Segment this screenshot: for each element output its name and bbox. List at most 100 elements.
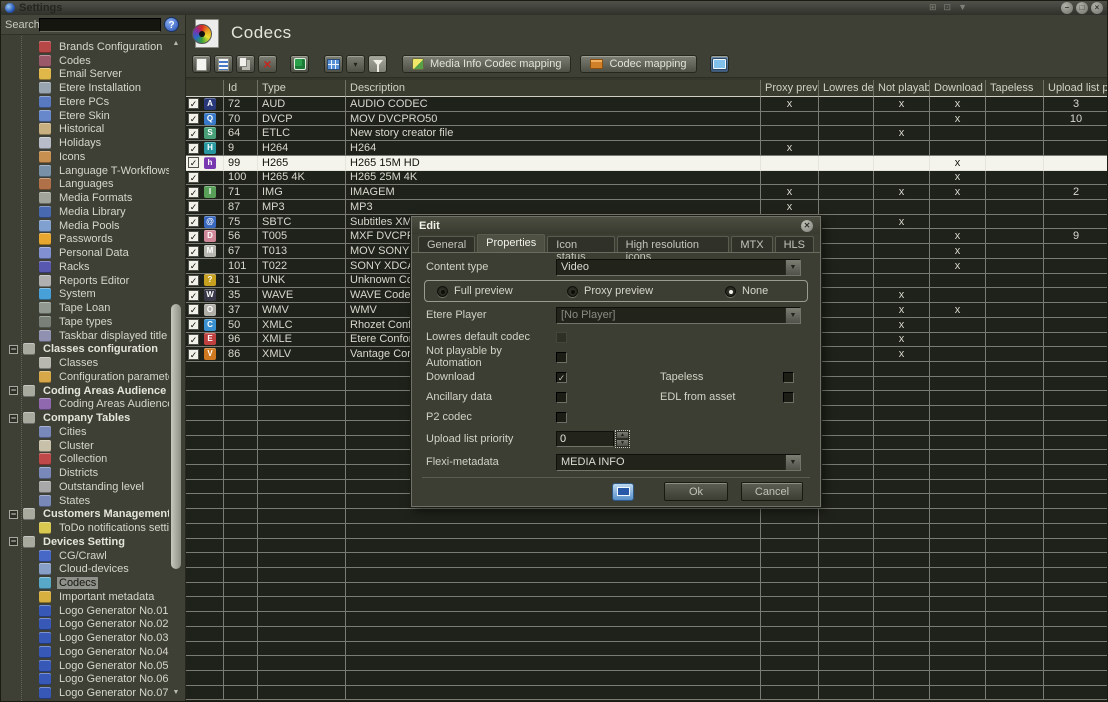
column-header-lowres[interactable]: Lowres def... [819, 80, 874, 97]
sidebar-item-email[interactable]: Email Server [1, 68, 169, 82]
row-checkbox[interactable]: ✓ [188, 349, 199, 360]
not-playable-checkbox[interactable] [556, 352, 567, 363]
collapse-icon[interactable]: − [9, 386, 18, 395]
tapeless-checkbox[interactable] [783, 372, 794, 383]
sidebar-item-holidays[interactable]: Holidays [1, 136, 169, 150]
download-checkbox[interactable] [556, 372, 567, 383]
collapse-icon[interactable]: − [9, 537, 18, 546]
panel-view-icon[interactable]: ⊡ [944, 2, 952, 13]
content-type-select[interactable]: Video ▼ [556, 259, 801, 276]
media-info-mapping-button[interactable]: Media Info Codec mapping [402, 55, 571, 73]
row-checkbox[interactable]: ✓ [188, 290, 199, 301]
cancel-button[interactable]: Cancel [741, 482, 803, 501]
codec-mapping-button[interactable]: Codec mapping [580, 55, 696, 73]
columns-button[interactable] [324, 55, 343, 73]
row-checkbox[interactable]: ✓ [188, 216, 199, 227]
row-checkbox[interactable]: ✓ [188, 113, 199, 124]
maximize-button[interactable]: □ [1076, 2, 1088, 14]
column-header-tapeless[interactable]: Tapeless [986, 80, 1044, 97]
search-input[interactable] [39, 18, 161, 32]
sidebar-item-outstanding[interactable]: Outstanding level [1, 480, 169, 494]
table-row[interactable]: ✓A72AUDAUDIO CODECxxx3 [186, 97, 1107, 112]
sidebar-item-media-pools[interactable]: Media Pools [1, 219, 169, 233]
sidebar-item-tape-loan[interactable]: Tape Loan [1, 301, 169, 315]
tab-icon-status[interactable]: Icon status [547, 236, 614, 252]
sidebar-item-brands[interactable]: Brands Configuration [1, 40, 169, 54]
row-checkbox[interactable]: ✓ [188, 231, 199, 242]
flexi-metadata-select[interactable]: MEDIA INFO ▼ [556, 454, 801, 471]
row-checkbox[interactable]: ✓ [188, 157, 199, 168]
none-radio[interactable]: None [725, 285, 768, 297]
row-checkbox[interactable]: ✓ [188, 246, 199, 257]
sidebar-item-folder[interactable]: −Coding Areas Audience S [1, 384, 169, 398]
sidebar-item-personal-data[interactable]: Personal Data [1, 246, 169, 260]
scroll-down-icon[interactable]: ▼ [170, 687, 182, 699]
sidebar-item-media-library[interactable]: Media Library [1, 205, 169, 219]
column-header-type[interactable]: Type [258, 80, 346, 97]
table-row[interactable]: ✓100H265 4KH265 25M 4Kx [186, 171, 1107, 186]
sidebar-item-states[interactable]: States [1, 494, 169, 508]
scrollbar-thumb[interactable] [171, 304, 181, 569]
sidebar-item-config-params[interactable]: Configuration parameters [1, 370, 169, 384]
monitor-button[interactable] [710, 55, 729, 73]
sidebar-item-codecs[interactable]: Codecs [1, 576, 169, 590]
column-header-proxy[interactable]: Proxy previ... [761, 80, 819, 97]
sidebar-item-logo[interactable]: Logo Generator No.01 [1, 604, 169, 618]
row-checkbox[interactable]: ✓ [188, 172, 199, 183]
sidebar-item-system[interactable]: System [1, 288, 169, 302]
upload-priority-input[interactable]: 0 [556, 431, 614, 447]
sidebar-item-skin[interactable]: Etere Skin [1, 109, 169, 123]
columns-menu-button[interactable]: ▾ [346, 55, 365, 73]
row-checkbox[interactable]: ✓ [188, 187, 199, 198]
sidebar-item-classes[interactable]: Classes [1, 356, 169, 370]
row-checkbox[interactable]: ✓ [188, 201, 199, 212]
edit-button[interactable] [214, 55, 233, 73]
sidebar-item-collection[interactable]: Collection [1, 453, 169, 467]
tree-scrollbar[interactable]: ▲ ▼ [170, 36, 182, 701]
sidebar-item-logo[interactable]: Logo Generator No.04 [1, 645, 169, 659]
table-row[interactable]: ✓H9H264H264x [186, 141, 1107, 156]
sidebar-item-logo[interactable]: Logo Generator No.06 [1, 673, 169, 687]
sidebar-item-cities[interactable]: Cities [1, 425, 169, 439]
table-row[interactable]: ✓S64ETLCNew story creator filex [186, 126, 1107, 141]
row-checkbox[interactable]: ✓ [188, 304, 199, 315]
sidebar-item-workflows[interactable]: Language T-Workflows [1, 164, 169, 178]
collapse-icon[interactable]: − [9, 414, 18, 423]
keyboard-button[interactable] [612, 483, 634, 501]
row-checkbox[interactable]: ✓ [188, 334, 199, 345]
upload-priority-stepper[interactable]: ▲▼ [616, 431, 629, 447]
etere-player-select[interactable]: [No Player] ▼ [556, 307, 801, 324]
sidebar-item-reports[interactable]: Reports Editor [1, 274, 169, 288]
edl-from-asset-checkbox[interactable] [783, 392, 794, 403]
tab-high-resolution-icons[interactable]: High resolution icons [617, 236, 730, 252]
row-checkbox[interactable]: ✓ [188, 128, 199, 139]
scroll-up-icon[interactable]: ▲ [170, 38, 182, 50]
sidebar-item-folder[interactable]: −Devices Setting [1, 535, 169, 549]
sidebar-item-taskbar[interactable]: Taskbar displayed title [1, 329, 169, 343]
grid-view-icon[interactable]: ⊞ [929, 2, 937, 13]
sidebar-item-tape-types[interactable]: Tape types [1, 315, 169, 329]
chevron-down-icon[interactable]: ▼ [785, 308, 800, 323]
sidebar-item-languages[interactable]: Languages [1, 178, 169, 192]
sidebar-item-logo[interactable]: Logo Generator No.02 [1, 618, 169, 632]
column-header-id[interactable]: Id [224, 80, 258, 97]
delete-button[interactable]: × [258, 55, 277, 73]
sidebar-item-metadata[interactable]: Important metadata [1, 590, 169, 604]
column-header-description[interactable]: Description [346, 80, 761, 97]
sidebar-item-folder[interactable]: −Customers Management S [1, 508, 169, 522]
copy-button[interactable] [236, 55, 255, 73]
tab-mtx[interactable]: MTX [731, 236, 772, 252]
column-header-upload[interactable]: Upload list prior [1044, 80, 1107, 97]
new-button[interactable] [192, 55, 211, 73]
dialog-close-icon[interactable]: ✕ [801, 220, 813, 232]
sidebar-item-folder[interactable]: −Company Tables [1, 411, 169, 425]
sidebar-item-codes[interactable]: Codes [1, 54, 169, 68]
p2-codec-checkbox[interactable] [556, 412, 567, 423]
column-header-download[interactable]: Download [930, 80, 986, 97]
sidebar-item-districts[interactable]: Districts [1, 466, 169, 480]
tab-hls[interactable]: HLS [775, 236, 814, 252]
sidebar-item-historical[interactable]: Historical [1, 123, 169, 137]
sidebar-item-todo[interactable]: ToDo notifications settings [1, 521, 169, 535]
sidebar-item-passwords[interactable]: Passwords [1, 233, 169, 247]
chevron-down-icon[interactable]: ▼ [958, 2, 967, 13]
